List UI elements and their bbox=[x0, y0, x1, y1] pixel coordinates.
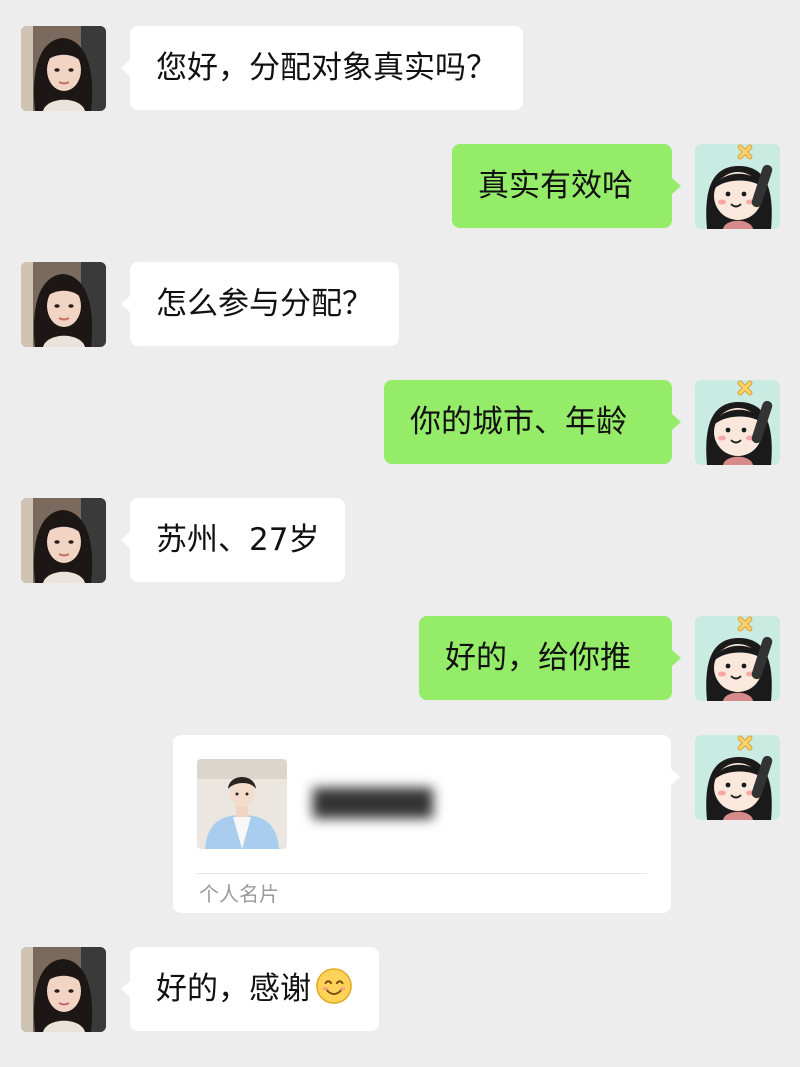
received-message-bubble[interactable]: 苏州、27岁 bbox=[120, 498, 346, 582]
contact-card-photo bbox=[197, 759, 287, 849]
divider bbox=[197, 873, 647, 874]
contact-avatar[interactable] bbox=[21, 26, 106, 111]
contact-card-name-blurred: ██████ bbox=[313, 789, 433, 819]
received-message-bubble[interactable]: 怎么参与分配？ bbox=[121, 262, 399, 346]
sent-message-bubble[interactable]: 真实有效哈 bbox=[452, 144, 681, 228]
contact-avatar[interactable] bbox=[21, 262, 106, 347]
contact-card[interactable]: ██████ 个人名片 bbox=[173, 735, 680, 913]
received-message-bubble[interactable]: 您好，分配对象真实吗？ bbox=[121, 26, 523, 110]
contact-card-label: 个人名片 bbox=[199, 882, 279, 906]
my-avatar[interactable] bbox=[695, 144, 780, 229]
my-avatar[interactable] bbox=[695, 380, 780, 465]
sent-message-bubble[interactable]: 你的城市、年龄 bbox=[384, 380, 681, 464]
my-avatar[interactable] bbox=[695, 616, 780, 701]
contact-avatar[interactable] bbox=[21, 947, 106, 1032]
received-message-bubble[interactable]: 好的，感谢 bbox=[121, 947, 379, 1031]
contact-avatar[interactable] bbox=[21, 498, 106, 583]
my-avatar[interactable] bbox=[695, 735, 780, 820]
sent-message-bubble[interactable]: 好的，给你推 bbox=[419, 616, 681, 700]
smiling-face-emoji-icon bbox=[315, 967, 353, 1005]
message-text: 好的，感谢 bbox=[156, 971, 311, 1007]
